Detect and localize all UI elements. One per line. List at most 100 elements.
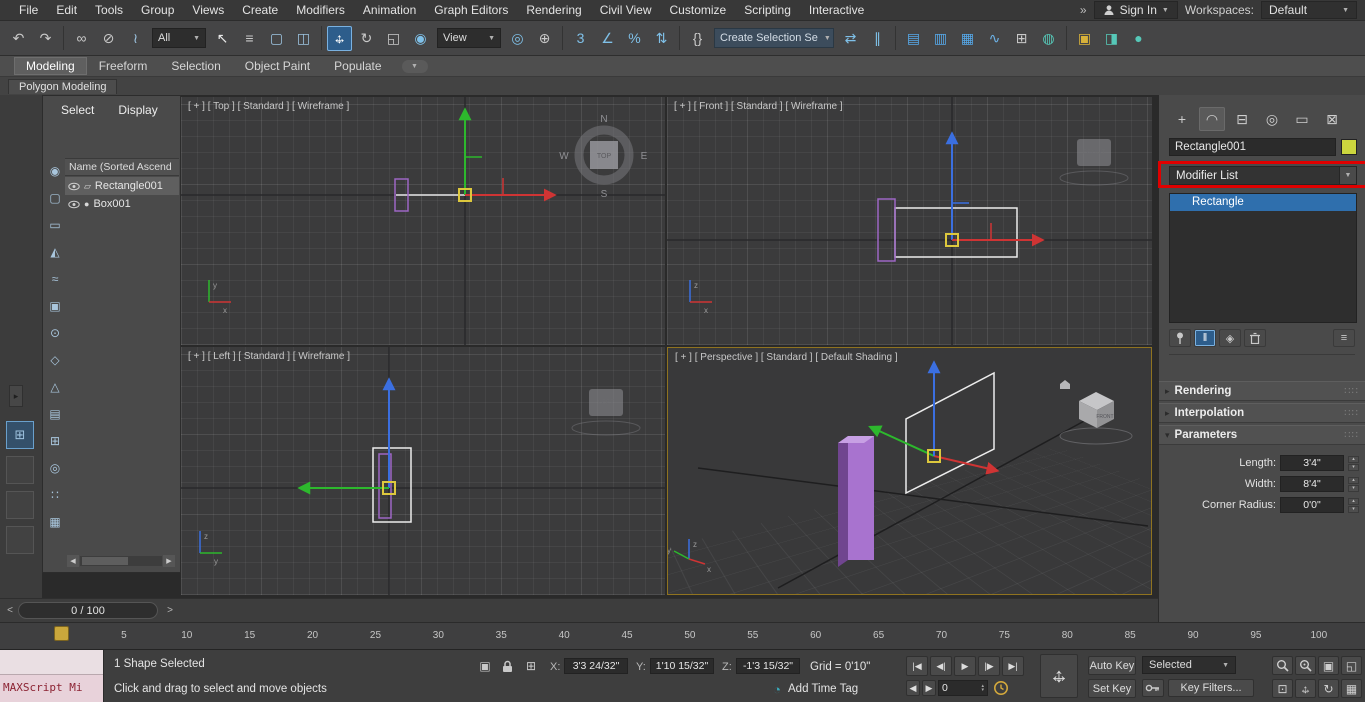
- select-and-scale-icon[interactable]: ◱: [381, 26, 406, 51]
- viewport-layout-tab-2[interactable]: [6, 456, 34, 484]
- tab-modeling[interactable]: Modeling: [14, 57, 87, 75]
- display-geometry-icon[interactable]: ▢: [49, 191, 60, 205]
- spinner-snap-icon[interactable]: ⇅: [649, 26, 674, 51]
- pin-stack-icon[interactable]: [1169, 329, 1191, 347]
- viewport-front-scene[interactable]: FRONT z x: [667, 97, 1152, 345]
- menu-item[interactable]: Customize: [661, 1, 736, 19]
- zoom-region-icon[interactable]: ⊡: [1272, 679, 1293, 698]
- make-unique-icon[interactable]: ◈: [1219, 329, 1241, 347]
- menu-item[interactable]: Rendering: [517, 1, 590, 19]
- selection-filter-dropdown[interactable]: All ▼: [152, 28, 206, 48]
- parameter-field[interactable]: 3'4": [1280, 455, 1344, 471]
- unlink-selection-icon[interactable]: ⊘: [96, 26, 121, 51]
- display-helpers-icon[interactable]: ▣: [49, 299, 60, 313]
- percent-snap-icon[interactable]: %: [622, 26, 647, 51]
- rollout-parameters[interactable]: ▾ Parameters ∷∷: [1159, 425, 1365, 445]
- viewport-left[interactable]: [ + ] [ Left ] [ Standard ] [ Wireframe …: [181, 347, 665, 595]
- display-lights-icon[interactable]: ◭: [50, 245, 59, 259]
- menu-item[interactable]: Civil View: [591, 1, 661, 19]
- hierarchy-tab[interactable]: ⊟: [1229, 107, 1255, 131]
- named-selection-sets-icon[interactable]: {}: [685, 26, 710, 51]
- selection-region-icon[interactable]: ▢: [264, 26, 289, 51]
- box001-solid[interactable]: [838, 436, 874, 567]
- viewcube[interactable]: FRONT: [1059, 380, 1133, 445]
- zoom-icon[interactable]: [1272, 656, 1293, 675]
- set-key-button[interactable]: Set Key: [1088, 679, 1136, 698]
- drag-grip-icon[interactable]: ∷∷: [1344, 386, 1359, 397]
- explorer-row-rectangle001[interactable]: ▱ Rectangle001: [65, 177, 179, 195]
- select-object-icon[interactable]: ↖: [210, 26, 235, 51]
- select-by-name-icon[interactable]: ≡: [237, 26, 262, 51]
- motion-tab[interactable]: ◎: [1259, 107, 1285, 131]
- menu-item[interactable]: Edit: [47, 1, 86, 19]
- scroll-right-icon[interactable]: ▶: [163, 555, 175, 567]
- modifier-list-dropdown[interactable]: Modifier List ▼: [1169, 166, 1357, 185]
- utilities-tab[interactable]: ⊠: [1319, 107, 1345, 131]
- viewport-label[interactable]: [ + ] [ Perspective ] [ Standard ] [ Def…: [675, 352, 898, 363]
- parameter-field[interactable]: 0'0": [1280, 497, 1344, 513]
- schematic-view-icon[interactable]: ⊞: [1009, 26, 1034, 51]
- tab-select[interactable]: Select: [61, 103, 94, 117]
- menu-item[interactable]: Modifiers: [287, 1, 354, 19]
- scene-explorer-toggle-icon[interactable]: ▤: [901, 26, 926, 51]
- explorer-column-header[interactable]: Name (Sorted Ascend: [65, 158, 179, 176]
- rectangle-shape-wireframe[interactable]: [894, 207, 1018, 258]
- display-spacewarps-icon[interactable]: ⊙: [50, 326, 60, 340]
- orbit-icon[interactable]: ↻: [1318, 679, 1339, 698]
- sign-in-button[interactable]: Sign In ▼: [1093, 1, 1178, 19]
- viewport-layout-tab-3[interactable]: [6, 491, 34, 519]
- viewport-label[interactable]: [ + ] [ Top ] [ Standard ] [ Wireframe ]: [188, 101, 349, 112]
- maxscript-mini-listener[interactable]: MAXScript Mi: [0, 650, 104, 702]
- key-filters-button[interactable]: Key Filters...: [1168, 679, 1254, 697]
- key-mode-toggle[interactable]: ↔ ↕: [1040, 654, 1078, 698]
- viewcube[interactable]: LEFT: [571, 389, 641, 436]
- frame-spinner[interactable]: ▴ ▾: [981, 684, 984, 693]
- maximize-viewport-toggle-icon[interactable]: ▦: [1341, 679, 1362, 698]
- mirror-icon[interactable]: ⇄: [838, 26, 863, 51]
- modifier-stack-item[interactable]: Rectangle: [1170, 194, 1356, 211]
- eye-icon[interactable]: [68, 200, 80, 209]
- menu-item[interactable]: Animation: [354, 1, 425, 19]
- viewport-top-scene[interactable]: TOP N S W E y x: [181, 97, 665, 345]
- menu-item[interactable]: Interactive: [800, 1, 873, 19]
- zoom-extents-all-icon[interactable]: ◱: [1341, 656, 1362, 675]
- viewport-left-scene[interactable]: LEFT z y: [181, 347, 665, 595]
- bind-to-spacewarp-icon[interactable]: ≀: [123, 26, 148, 51]
- use-pivot-point-icon[interactable]: ◎: [505, 26, 530, 51]
- add-time-tag[interactable]: Add Time Tag: [788, 683, 858, 695]
- track-bar[interactable]: 0510152025303540455055606570758085909510…: [0, 622, 1365, 650]
- previous-frame-button[interactable]: ◀|: [930, 656, 952, 676]
- render-production-icon[interactable]: ●: [1126, 26, 1151, 51]
- spinner-up-icon[interactable]: ▴: [1348, 497, 1359, 505]
- rollout-interpolation[interactable]: ▸ Interpolation ∷∷: [1159, 403, 1365, 423]
- menu-item[interactable]: Views: [183, 1, 233, 19]
- gizmo-x-axis[interactable]: [933, 455, 1000, 475]
- select-and-rotate-icon[interactable]: ↻: [354, 26, 379, 51]
- tab-selection[interactable]: Selection: [159, 57, 232, 75]
- explorer-row-box001[interactable]: ● Box001: [65, 195, 179, 213]
- zoom-all-icon[interactable]: [1295, 656, 1316, 675]
- box001-wireframe[interactable]: [877, 198, 896, 262]
- rendered-frame-icon[interactable]: ◨: [1099, 26, 1124, 51]
- display-selection-icon[interactable]: ∷: [51, 488, 59, 502]
- y-coordinate-field[interactable]: 1'10 15/32": [650, 658, 714, 674]
- workspaces-dropdown[interactable]: Default ▼: [1261, 1, 1357, 19]
- parameter-field[interactable]: 8'4": [1280, 476, 1344, 492]
- tab-freeform[interactable]: Freeform: [87, 57, 160, 75]
- time-slider[interactable]: 0 / 100: [18, 602, 158, 619]
- ribbon-minimize-button[interactable]: ▼: [401, 59, 428, 73]
- modifier-stack[interactable]: Rectangle: [1169, 193, 1357, 323]
- tab-display[interactable]: Display: [118, 103, 157, 117]
- eye-icon[interactable]: [68, 182, 80, 191]
- pan-view-icon[interactable]: ↔ ↕: [1295, 679, 1316, 698]
- select-and-link-icon[interactable]: ∞: [69, 26, 94, 51]
- menu-item[interactable]: Create: [233, 1, 287, 19]
- menu-item[interactable]: File: [10, 1, 47, 19]
- spinner-down-icon[interactable]: ▾: [1348, 505, 1359, 513]
- go-to-start-button[interactable]: |◀: [906, 656, 928, 676]
- object-color-swatch[interactable]: [1341, 139, 1357, 155]
- time-slider-marker[interactable]: [54, 626, 69, 641]
- viewcube-compass[interactable]: TOP N S W E: [559, 114, 647, 200]
- rectangle-shape-wireframe[interactable]: [905, 371, 995, 495]
- viewport-top[interactable]: [ + ] [ Top ] [ Standard ] [ Wireframe ]…: [181, 97, 665, 345]
